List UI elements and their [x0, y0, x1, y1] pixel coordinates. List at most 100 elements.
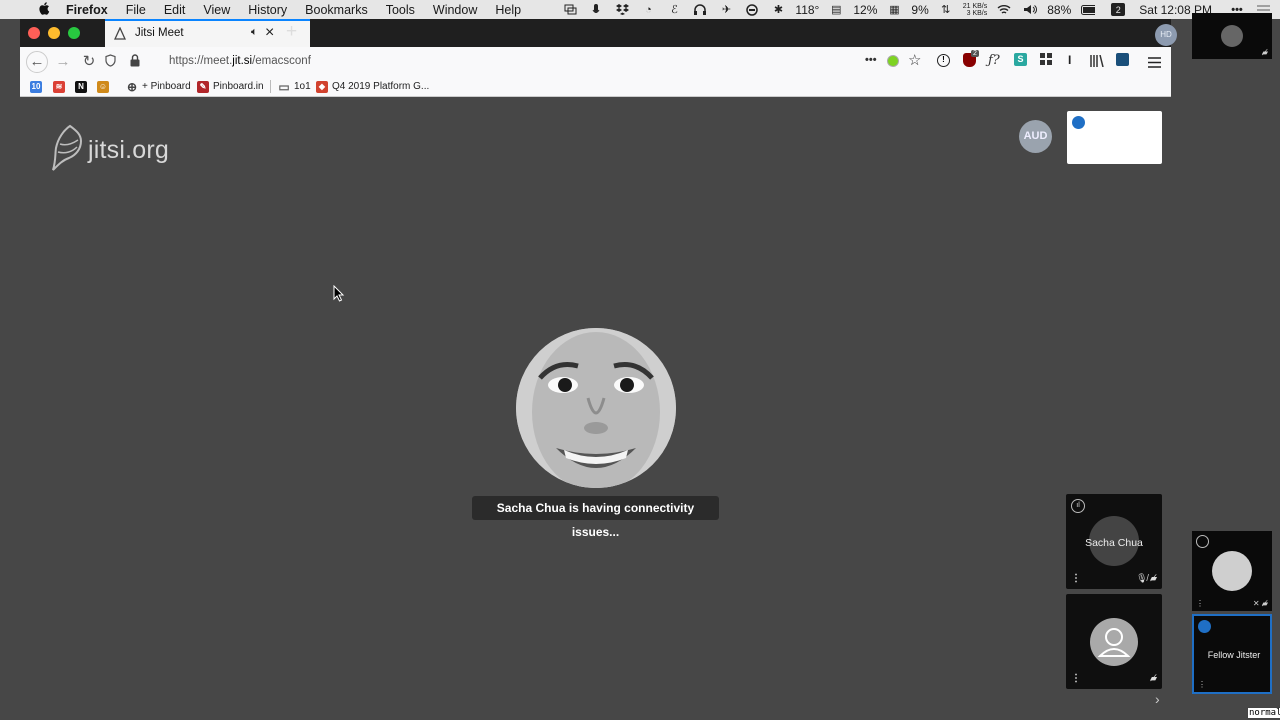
side-thumbnail-fellow-jitster[interactable]: Fellow Jitster ⋮	[1192, 614, 1272, 694]
battery-icon[interactable]	[1081, 4, 1096, 16]
screen-icon[interactable]	[563, 4, 577, 16]
connection-indicator-icon[interactable]	[1196, 535, 1209, 548]
back-button[interactable]: ←	[26, 51, 48, 73]
default-avatar-icon	[1090, 618, 1138, 666]
tab-close-icon[interactable]: ×	[265, 24, 274, 42]
thumbnail-menu-icon[interactable]: ⋮	[1071, 673, 1081, 684]
navigation-toolbar: ← → ↻ https://meet.jit.si/emacsconf ••• …	[20, 47, 1171, 78]
bookmark-label: + Pinboard	[142, 81, 191, 92]
library-icon[interactable]	[1090, 54, 1104, 72]
url-bar[interactable]: https://meet.jit.si/emacsconf ••• ☆	[90, 50, 930, 74]
side-video-remote[interactable]: ▰̸	[1192, 13, 1272, 59]
wifi-icon[interactable]	[997, 4, 1011, 16]
url-host: jit.si	[232, 55, 253, 67]
connection-indicator-icon[interactable]: ıl	[1071, 499, 1085, 513]
bookmark-item[interactable]: ≋	[53, 79, 65, 94]
connection-indicator-icon[interactable]	[1198, 620, 1211, 633]
app-icon[interactable]: ◔	[641, 4, 655, 16]
new-tab-icon[interactable]: +	[286, 21, 297, 43]
mac-menu-bar: Firefox File Edit View History Bookmarks…	[0, 0, 1280, 19]
bookmark-item[interactable]: N	[75, 79, 87, 94]
jitsi-bird-icon	[52, 124, 83, 171]
notion-icon: N	[75, 80, 87, 93]
mic-muted-icon: 🎙︎̸ ▰̸	[1136, 573, 1157, 583]
url-text: https://meet.jit.si/emacsconf	[169, 55, 311, 67]
script-icon[interactable]: ✈	[719, 4, 733, 16]
thumbnail-menu-icon[interactable]: ⋮	[1196, 599, 1204, 608]
menu-firefox[interactable]: Firefox	[66, 3, 108, 17]
menu-edit[interactable]: Edit	[164, 3, 186, 17]
grid-extension-icon[interactable]	[1040, 53, 1053, 71]
onepassword-icon[interactable]: !	[937, 54, 950, 67]
volume-icon[interactable]	[1023, 4, 1037, 16]
headphones-icon[interactable]	[693, 4, 707, 16]
memory-icon: ▦	[889, 4, 900, 16]
video-muted-icon: ▰̸	[1261, 48, 1268, 57]
bookmark-item[interactable]: ✎ Pinboard.in	[197, 79, 264, 94]
microphone-icon[interactable]	[589, 3, 603, 16]
page-actions-icon[interactable]: •••	[865, 54, 877, 66]
thumbnail-sacha-chua[interactable]: ıl Sacha Chua ⋮ 🎙︎̸ ▰̸	[1066, 494, 1162, 589]
temperature-icon: ✱	[773, 4, 784, 16]
blue-extension-icon[interactable]	[1116, 53, 1129, 66]
avatar-hd[interactable]: HD	[1155, 24, 1177, 46]
minimize-window-button[interactable]	[48, 27, 60, 39]
globe-icon: ⊕	[126, 79, 138, 94]
bookmark-label: Pinboard.in	[213, 81, 264, 92]
bookmark-star-icon[interactable]: ☆	[908, 51, 921, 69]
bookmarks-toolbar: 10 ≋ N ☺ ⊕ + Pinboard ✎ Pinboard.in ▭ 1o1 ◆ Q4 2019…	[20, 77, 1171, 97]
calendar-icon[interactable]: 2	[1111, 3, 1126, 16]
lock-icon[interactable]	[130, 54, 140, 72]
shield-icon[interactable]	[745, 3, 759, 16]
bookmark-item[interactable]: ◆ Q4 2019 Platform G...	[316, 79, 429, 94]
menu-window[interactable]: Window	[433, 3, 477, 17]
keyboard-icon[interactable]: ℰ	[667, 4, 681, 16]
bookmark-icon: ☺	[97, 80, 109, 93]
menu-view[interactable]: View	[203, 3, 230, 17]
default-avatar-icon	[1221, 25, 1243, 47]
zoom-window-button[interactable]	[68, 27, 80, 39]
bookmark-label: 1o1	[294, 81, 311, 92]
tab-audio-icon[interactable]: 🔈︎	[251, 26, 258, 39]
avatar-aud[interactable]: AUD	[1019, 120, 1052, 153]
menu-help[interactable]: Help	[495, 3, 521, 17]
tab-bar: Jitsi Meet 🔈︎ × +	[20, 19, 1171, 47]
bookmark-item[interactable]: ▭ 1o1	[278, 79, 311, 94]
connection-indicator-icon[interactable]	[1072, 116, 1085, 129]
menu-bookmarks[interactable]: Bookmarks	[305, 3, 368, 17]
extension-badge: 2	[971, 50, 979, 57]
thumbnail-display-name: Sacha Chua	[1085, 537, 1143, 549]
apple-menu-icon[interactable]	[36, 1, 52, 18]
text-extension-icon[interactable]: I	[1068, 53, 1071, 67]
side-thumbnail-sacha[interactable]: ⋮ ✕ ▰̸	[1192, 531, 1272, 611]
close-window-button[interactable]	[28, 27, 40, 39]
hamburger-menu-icon[interactable]	[1148, 55, 1161, 73]
chevron-right-icon[interactable]: ›	[1155, 691, 1160, 707]
bookmark-item[interactable]: ⊕ + Pinboard	[126, 79, 191, 94]
s-extension-icon[interactable]: S	[1014, 53, 1027, 66]
menu-history[interactable]: History	[248, 3, 287, 17]
menu-tools[interactable]: Tools	[386, 3, 415, 17]
tracking-shield-icon[interactable]	[105, 54, 116, 72]
bookmark-item[interactable]: ☺	[97, 79, 109, 94]
battery-value: 88%	[1047, 2, 1072, 17]
jitsi-logo[interactable]: jitsi.org	[50, 124, 169, 179]
status-tray: ◔ ℰ ✈ ✱ 118° ▤ 12% ▦ 9% ⇅ 21 KB/s 3 KB/s …	[557, 0, 1280, 19]
menu-file[interactable]: File	[126, 3, 146, 17]
pocket-icon[interactable]	[887, 55, 899, 67]
cpu-value: 12%	[853, 2, 878, 17]
thumbnail-menu-icon[interactable]: ⋮	[1071, 573, 1081, 584]
function-icon[interactable]: ƒ?	[988, 53, 1000, 68]
thumbnail-display-name: Fellow Jitster	[1207, 650, 1261, 660]
network-icon: ⇅	[941, 4, 951, 16]
connectivity-toast: Sacha Chua is having connectivity issues…	[472, 496, 719, 539]
thumbnail-participant[interactable]: ⋮ ▰̸	[1066, 594, 1162, 689]
local-video-tile[interactable]	[1067, 111, 1162, 164]
thumbnail-menu-icon[interactable]: ⋮	[1198, 680, 1206, 689]
dropbox-icon[interactable]	[615, 4, 629, 16]
pinboard-icon: ✎	[197, 80, 209, 93]
bookmark-item[interactable]: 10	[30, 79, 42, 94]
forward-button[interactable]: →	[52, 51, 74, 73]
bookmark-separator	[270, 80, 271, 93]
tab-jitsi-meet[interactable]: Jitsi Meet 🔈︎ ×	[105, 19, 310, 47]
